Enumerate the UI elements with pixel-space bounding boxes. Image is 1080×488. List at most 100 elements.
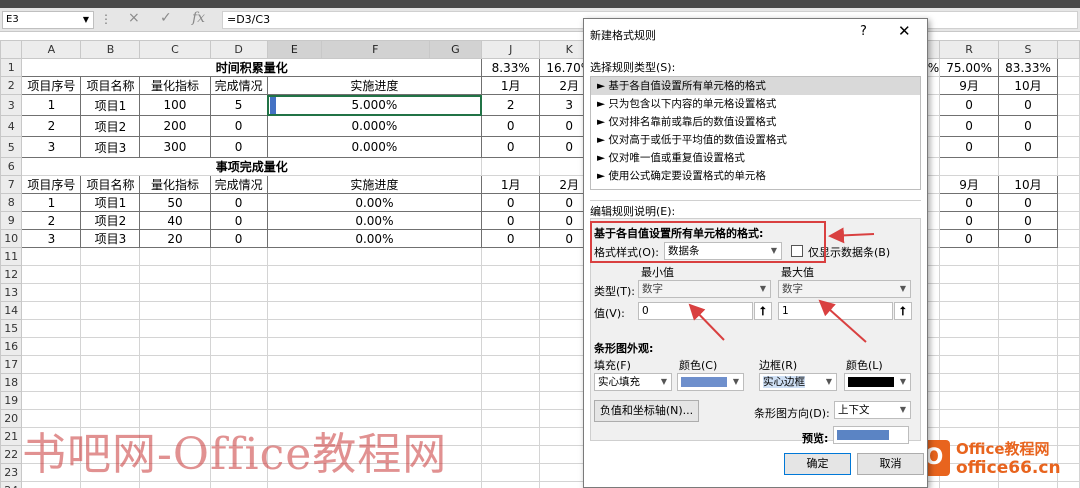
cell[interactable]: 40 <box>139 211 211 230</box>
cell[interactable]: 项目1 <box>80 94 141 116</box>
cell[interactable] <box>21 355 82 374</box>
fill-color-picker[interactable]: ▼ <box>677 373 744 391</box>
cell[interactable] <box>139 337 211 356</box>
cell[interactable] <box>1056 115 1080 137</box>
cell[interactable] <box>998 409 1058 428</box>
cell[interactable]: 2 <box>21 115 82 137</box>
select-all-corner[interactable] <box>0 40 23 59</box>
help-icon[interactable]: ? <box>860 24 867 39</box>
close-icon[interactable]: ✕ <box>898 22 911 40</box>
cell[interactable] <box>481 337 541 356</box>
cell[interactable] <box>21 265 82 284</box>
cell[interactable] <box>21 481 82 488</box>
cell[interactable] <box>998 283 1058 302</box>
cell[interactable]: 0 <box>998 229 1058 248</box>
progress-cell[interactable]: 实施进度 <box>266 175 483 194</box>
cell[interactable] <box>21 337 82 356</box>
chevron-down-icon[interactable]: ▼ <box>756 281 770 297</box>
rule-type-item[interactable]: ► 仅对排名靠前或靠后的数值设置格式 <box>591 113 920 131</box>
cell[interactable] <box>139 481 211 488</box>
progress-cell[interactable] <box>266 391 483 410</box>
cell[interactable] <box>1056 283 1080 302</box>
row-header[interactable]: 17 <box>0 355 23 374</box>
cell[interactable]: 1 <box>21 193 82 212</box>
cell[interactable]: 0 <box>939 211 1000 230</box>
border-color-picker[interactable]: ▼ <box>844 373 911 391</box>
range-picker-icon[interactable]: ⭡ <box>754 302 772 320</box>
cell[interactable]: 100 <box>139 94 211 116</box>
cell[interactable]: 项目名称 <box>80 76 141 95</box>
cell[interactable]: 20 <box>139 229 211 248</box>
progress-cell[interactable]: 0.00% <box>266 211 483 230</box>
cell[interactable]: 项目3 <box>80 229 141 248</box>
cell[interactable] <box>209 337 268 356</box>
row-header[interactable]: 11 <box>0 247 23 266</box>
cell[interactable] <box>1056 265 1080 284</box>
column-header[interactable]: J <box>481 40 541 59</box>
border-type-select[interactable]: 实心边框 ▼ <box>759 373 837 391</box>
cell[interactable]: 完成情况 <box>209 175 268 194</box>
cell[interactable]: 项目序号 <box>21 175 82 194</box>
cell[interactable]: 0 <box>481 229 541 248</box>
cell[interactable] <box>481 391 541 410</box>
cell[interactable] <box>481 157 541 176</box>
cell[interactable] <box>1056 337 1080 356</box>
cell[interactable]: 1月 <box>481 175 541 194</box>
cell[interactable] <box>139 283 211 302</box>
cell[interactable] <box>209 391 268 410</box>
cell[interactable] <box>209 283 268 302</box>
cell[interactable] <box>80 355 141 374</box>
cell[interactable] <box>1056 157 1080 176</box>
cell[interactable]: 83.33% <box>998 58 1058 77</box>
row-header[interactable]: 12 <box>0 265 23 284</box>
max-type-select[interactable]: 数字 ▼ <box>778 280 911 298</box>
cell[interactable] <box>1056 58 1080 77</box>
cell[interactable] <box>209 355 268 374</box>
cell[interactable]: 2 <box>21 211 82 230</box>
row-header[interactable]: 15 <box>0 319 23 338</box>
negative-axis-button[interactable]: 负值和坐标轴(N)... <box>594 400 699 422</box>
rule-type-list[interactable]: ► 基于各自值设置所有单元格的格式 ► 只为包含以下内容的单元格设置格式 ► 仅… <box>590 76 921 190</box>
min-type-select[interactable]: 数字 ▼ <box>638 280 771 298</box>
cell[interactable]: 0 <box>939 115 1000 137</box>
cell[interactable]: 0 <box>209 115 268 137</box>
chevron-down-icon[interactable]: ▼ <box>822 374 836 390</box>
cell[interactable] <box>939 157 1000 176</box>
cell[interactable] <box>1056 301 1080 320</box>
section-title[interactable]: 时间积累量化 <box>21 58 483 77</box>
cell[interactable]: 9月 <box>939 175 1000 194</box>
cell[interactable] <box>209 301 268 320</box>
cell[interactable] <box>481 319 541 338</box>
cell[interactable] <box>939 265 1000 284</box>
column-header[interactable]: B <box>80 40 141 59</box>
cell[interactable] <box>939 409 1000 428</box>
cell[interactable] <box>998 301 1058 320</box>
cell[interactable] <box>1056 136 1080 158</box>
cell[interactable] <box>209 481 268 488</box>
cell[interactable]: 项目序号 <box>21 76 82 95</box>
cell[interactable] <box>939 481 1000 488</box>
insert-function-icon[interactable]: fx <box>192 10 205 26</box>
cell[interactable]: 8.33% <box>481 58 541 77</box>
cell[interactable]: 项目2 <box>80 211 141 230</box>
cell[interactable] <box>139 265 211 284</box>
row-header[interactable]: 16 <box>0 337 23 356</box>
progress-cell[interactable]: 5.000% <box>266 94 483 116</box>
cell[interactable] <box>139 301 211 320</box>
section-title[interactable]: 事项完成量化 <box>21 157 483 176</box>
row-header[interactable]: 7 <box>0 175 23 194</box>
cell[interactable] <box>481 265 541 284</box>
cell[interactable]: 10月 <box>998 175 1058 194</box>
fill-type-select[interactable]: 实心填充 ▼ <box>594 373 672 391</box>
range-picker-icon[interactable]: ⭡ <box>894 302 912 320</box>
progress-cell[interactable] <box>266 301 483 320</box>
cell[interactable]: 1 <box>21 94 82 116</box>
cell[interactable] <box>80 247 141 266</box>
cell[interactable]: 75.00% <box>939 58 1000 77</box>
cell[interactable]: 0 <box>998 94 1058 116</box>
progress-cell[interactable]: 0.00% <box>266 193 483 212</box>
cell[interactable] <box>998 247 1058 266</box>
cell[interactable] <box>939 247 1000 266</box>
row-header[interactable]: 2 <box>0 76 23 95</box>
progress-cell[interactable]: 0.000% <box>266 136 483 158</box>
